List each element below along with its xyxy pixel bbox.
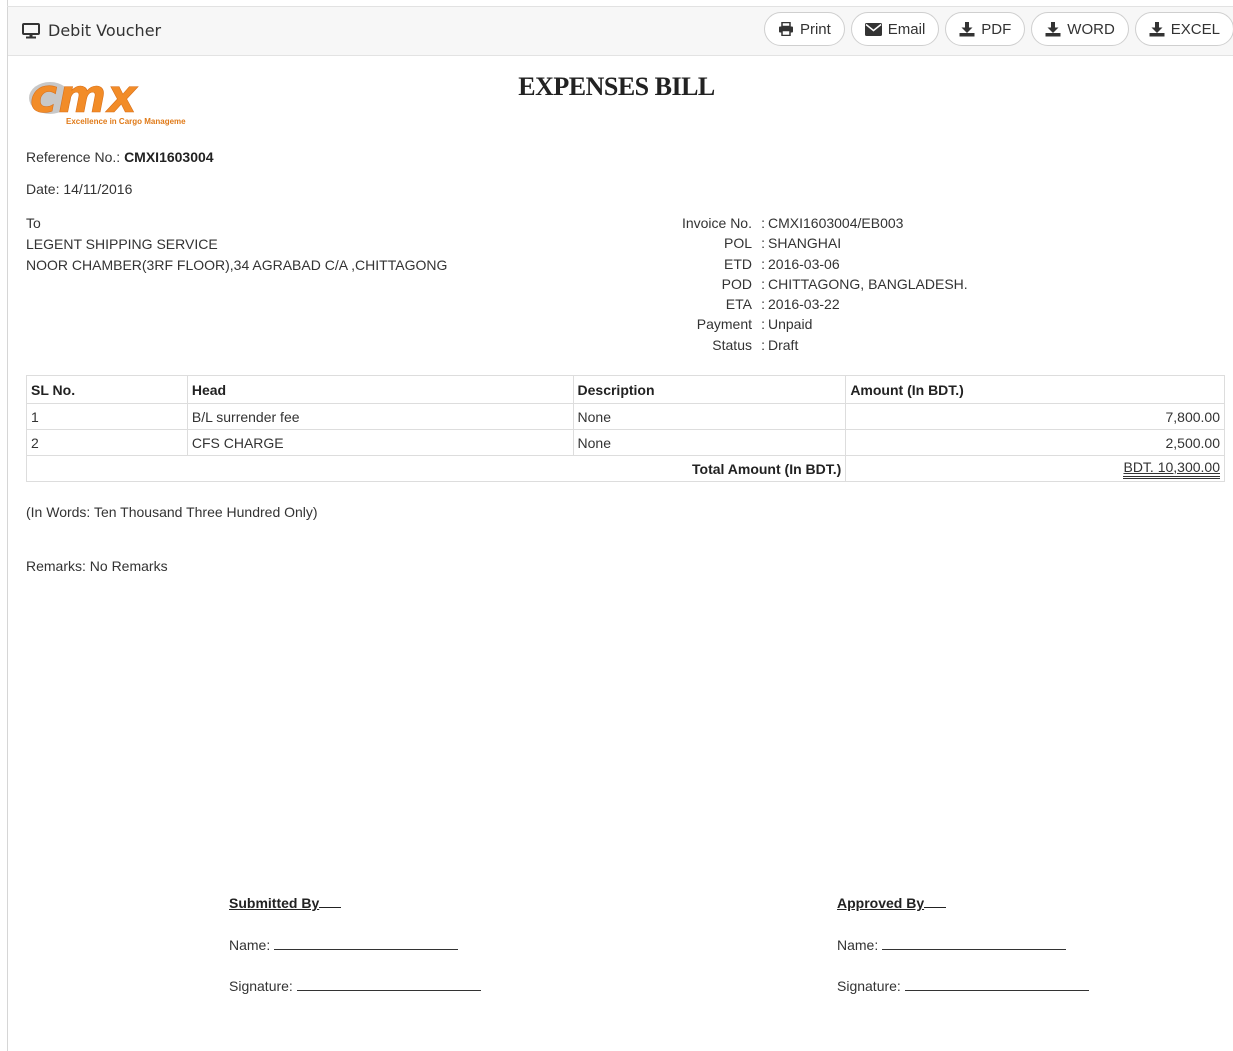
submitted-signature-label: Signature: xyxy=(229,978,293,994)
meta-value: Draft xyxy=(768,336,799,353)
submitted-by-heading: Submitted By xyxy=(229,895,320,911)
approved-by-section: Approved By xyxy=(837,895,947,911)
table-row: 1 B/L surrender fee None 7,800.00 xyxy=(26,403,1225,430)
meta-value: CMXI1603004/EB003 xyxy=(768,215,904,231)
cell-head: B/L surrender fee xyxy=(186,403,574,430)
word-button-label: WORD xyxy=(1067,20,1115,38)
print-icon xyxy=(778,22,793,36)
submitted-name-label: Name: xyxy=(229,937,271,953)
amount-in-words: (In Words: Ten Thousand Three Hundred On… xyxy=(26,504,318,520)
cell-description: None xyxy=(572,429,847,456)
submitted-by-section: Submitted By xyxy=(229,895,342,911)
meta-label: ETD xyxy=(724,255,752,272)
submitted-signature-line xyxy=(296,976,481,991)
meta-row-pol: POL: SHANGHAI xyxy=(660,233,968,253)
column-header: Amount (In BDT.) xyxy=(845,375,1225,404)
cell-description: None xyxy=(572,403,847,430)
cell-head: CFS CHARGE xyxy=(186,429,574,456)
approved-name-line xyxy=(882,935,1067,950)
approved-signature-label: Signature: xyxy=(837,978,901,994)
excel-button[interactable]: EXCEL xyxy=(1134,12,1233,46)
recipient-to-label: To xyxy=(26,215,41,231)
meta-value: 2016-03-22 xyxy=(768,296,840,313)
recipient-address: NOOR CHAMBER(3RF FLOOR),34 AGRABAD C/A ,… xyxy=(26,257,448,273)
svg-text:Excellence in Cargo Management: Excellence in Cargo Management xyxy=(66,117,186,126)
cell-amount: 7,800.00 xyxy=(845,403,1225,430)
total-cell: BDT. 10,300.00 xyxy=(845,455,1225,482)
envelope-icon xyxy=(864,22,882,36)
approved-signature-line xyxy=(904,976,1089,991)
export-toolbar: Print Email PDF WORD EXCEL xyxy=(763,12,1233,46)
panel-title-text: Debit Voucher xyxy=(48,21,162,40)
approved-by-heading: Approved By xyxy=(837,895,925,911)
expenses-table: SL No. Head Description Amount (In BDT.)… xyxy=(25,375,1225,482)
meta-value: 2016-03-06 xyxy=(768,255,840,272)
cell-sl: 1 xyxy=(26,403,188,430)
meta-value: CHITTAGONG, BANGLADESH. xyxy=(768,275,968,292)
reference-label: Reference No.: xyxy=(26,149,121,165)
meta-row-status: Status: Draft xyxy=(660,335,968,355)
email-button[interactable]: Email xyxy=(850,12,940,46)
excel-button-label: EXCEL xyxy=(1170,20,1220,38)
meta-label: Invoice No. xyxy=(681,215,752,231)
meta-label: POD xyxy=(721,275,752,292)
meta-label: Payment xyxy=(696,316,752,333)
meta-value: SHANGHAI xyxy=(768,235,842,252)
submitted-name-line xyxy=(274,935,459,950)
invoice-meta: Invoice No.: CMXI1603004/EB003 POL: SHANGH… xyxy=(660,213,968,355)
meta-row-payment: Payment: Unpaid xyxy=(660,314,968,334)
download-icon xyxy=(1045,21,1061,36)
print-button-label: Print xyxy=(799,20,831,38)
approved-signature-row: Signature: xyxy=(837,976,1089,994)
print-button[interactable]: Print xyxy=(763,12,845,46)
pdf-button[interactable]: PDF xyxy=(945,12,1026,46)
frame-left-border xyxy=(7,0,8,1051)
remarks: Remarks: No Remarks xyxy=(26,558,168,574)
download-icon xyxy=(959,21,975,36)
cell-amount: 2,500.00 xyxy=(845,429,1225,456)
meta-label: POL xyxy=(723,235,752,252)
monitor-icon xyxy=(22,22,40,38)
panel-title: Debit Voucher xyxy=(22,21,161,40)
meta-row-pod: POD: CHITTAGONG, BANGLADESH. xyxy=(660,274,968,294)
meta-row-etd: ETD:2016-03-06 xyxy=(660,254,968,274)
reference-number: Reference No.: CMXI1603004 xyxy=(26,149,214,165)
recipient-block: To LEGENT SHIPPING SERVICE NOOR CHAMBER(… xyxy=(26,213,447,276)
column-header: Head xyxy=(186,375,574,404)
approved-name-label: Name: xyxy=(837,937,879,953)
total-label: Total Amount (In BDT.) xyxy=(25,455,847,482)
cell-sl: 2 xyxy=(26,429,188,456)
email-button-label: Email xyxy=(887,20,926,38)
recipient-name: LEGENT SHIPPING SERVICE xyxy=(26,236,218,252)
meta-row-invoice: Invoice No.: CMXI1603004/EB003 xyxy=(660,213,968,233)
total-amount: BDT. 10,300.00 xyxy=(1123,459,1220,479)
pdf-button-label: PDF xyxy=(981,20,1012,38)
table-row: 2 CFS CHARGE None 2,500.00 xyxy=(26,429,1225,456)
meta-row-eta: ETA:2016-03-22 xyxy=(660,294,968,314)
submitted-signature-row: Signature: xyxy=(229,976,481,994)
column-header: SL No. xyxy=(26,375,188,404)
document-title: EXPENSES BILL xyxy=(518,72,715,101)
meta-label: Status xyxy=(712,336,752,353)
document-date: Date: 14/11/2016 xyxy=(26,181,133,197)
table-total-row: Total Amount (In BDT.) BDT. 10,300.00 xyxy=(25,455,1225,482)
meta-value: Unpaid xyxy=(768,316,813,333)
download-icon xyxy=(1149,21,1165,36)
meta-label: ETA xyxy=(725,296,752,313)
submitted-name-row: Name: xyxy=(229,935,459,953)
table-header-row: SL No. Head Description Amount (In BDT.) xyxy=(26,375,1225,404)
approved-name-row: Name: xyxy=(837,935,1067,953)
reference-value: CMXI1603004 xyxy=(124,149,214,165)
panel-header: Debit Voucher Print Email PDF WORD EXCEL xyxy=(8,7,1233,56)
word-button[interactable]: WORD xyxy=(1031,12,1129,46)
column-header: Description xyxy=(572,375,847,404)
